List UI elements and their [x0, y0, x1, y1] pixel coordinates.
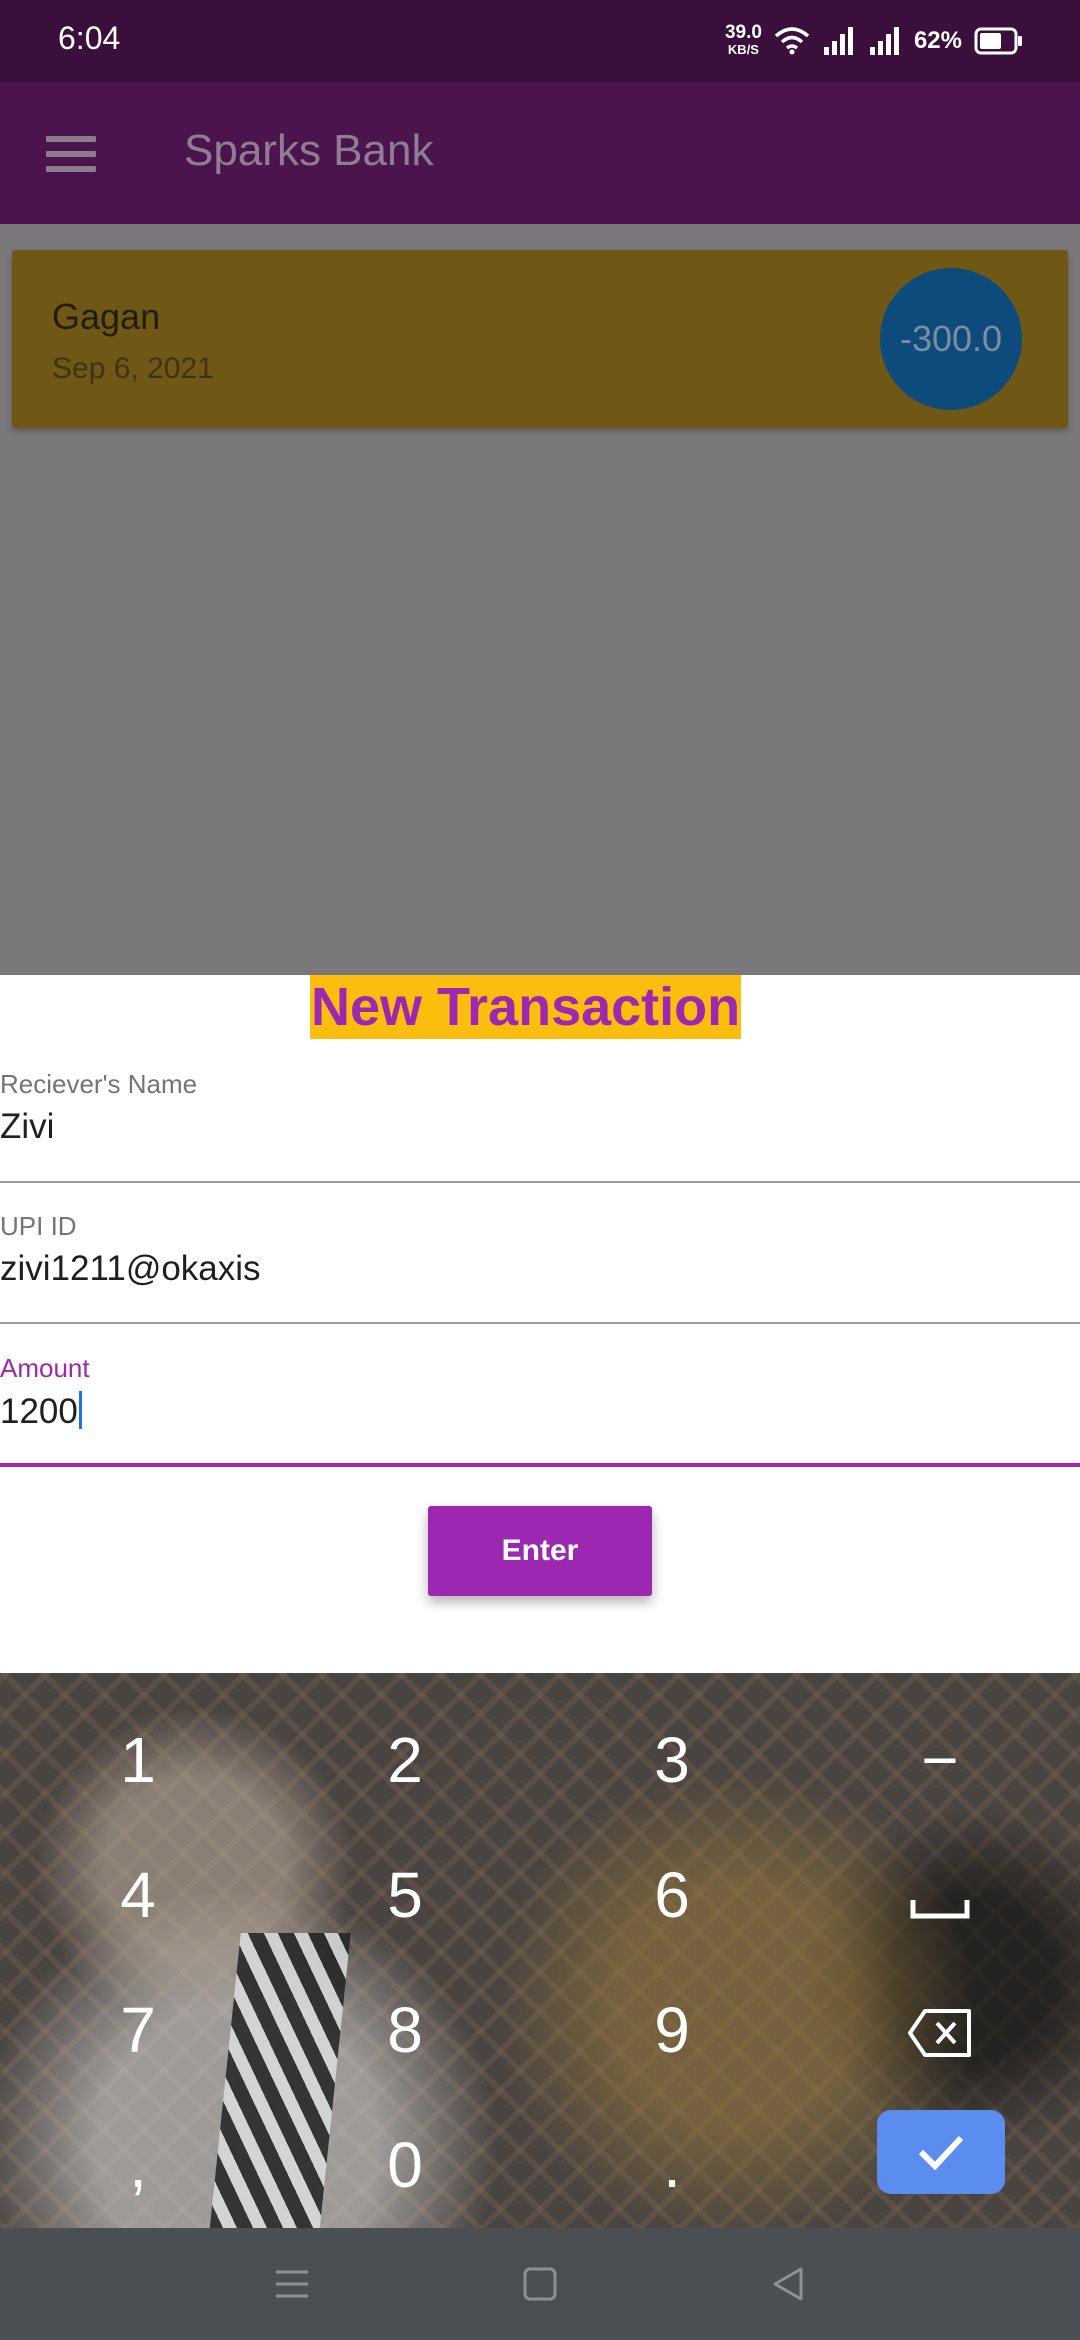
network-speed-unit: KB/S	[727, 42, 759, 57]
upi-id-field[interactable]: zivi1211@okaxis	[0, 1249, 261, 1289]
transaction-amount-badge: -300.0	[880, 268, 1022, 410]
key-minus[interactable]: −	[870, 1723, 1010, 1797]
checkmark-icon	[918, 2135, 964, 2171]
hamburger-menu-icon[interactable]	[46, 136, 96, 172]
signal-icon	[823, 27, 853, 55]
upi-id-label: UPI ID	[0, 1211, 77, 1241]
confirm-key[interactable]	[877, 2110, 1005, 2194]
wifi-icon	[774, 27, 810, 55]
key-period[interactable]: .	[602, 2128, 742, 2202]
transaction-date: Sep 6, 2021	[52, 352, 214, 385]
signal-icon-2	[869, 27, 899, 55]
battery-percent: 62%	[913, 27, 962, 54]
status-time: 6:04	[58, 20, 121, 56]
key-3[interactable]: 3	[602, 1723, 742, 1797]
key-0[interactable]: 0	[335, 2128, 475, 2202]
network-speed-value: 39.0	[724, 22, 762, 43]
keyboard-background-image	[209, 1933, 351, 2228]
text-cursor	[78, 1391, 82, 1429]
amount-field[interactable]: 1200	[0, 1391, 82, 1432]
new-transaction-sheet: New Transaction Reciever's Name Zivi UPI…	[0, 975, 1080, 1673]
enter-button[interactable]: Enter	[428, 1506, 652, 1596]
numeric-keyboard: 1 2 3 − 4 5 6 7 8 9 , 0 .	[0, 1673, 1080, 2228]
receiver-name-label: Reciever's Name	[0, 1069, 198, 1099]
key-6[interactable]: 6	[602, 1858, 742, 1932]
app-title: Sparks Bank	[184, 126, 434, 175]
network-speed: 39.0 KB/S	[724, 22, 762, 58]
app-bar: Sparks Bank	[0, 82, 1080, 224]
key-5[interactable]: 5	[335, 1858, 475, 1932]
status-icons: 39.0 KB/S 62%	[725, 18, 1024, 64]
sheet-title: New Transaction	[310, 975, 742, 1039]
amount-label: Amount	[0, 1353, 90, 1383]
receiver-name-field[interactable]: Zivi	[0, 1107, 54, 1147]
transaction-card[interactable]: Gagan Sep 6, 2021 -300.0	[12, 250, 1068, 428]
back-triangle-icon[interactable]	[762, 2258, 814, 2310]
upi-id-underline	[0, 1322, 1080, 1324]
transaction-name: Gagan	[52, 296, 161, 337]
key-9[interactable]: 9	[602, 1993, 742, 2067]
key-8[interactable]: 8	[335, 1993, 475, 2067]
battery-icon	[974, 27, 1022, 55]
recents-menu-icon[interactable]	[266, 2258, 318, 2310]
amount-underline	[0, 1463, 1080, 1467]
backspace-icon[interactable]	[880, 1993, 1000, 2073]
receiver-name-underline	[0, 1181, 1080, 1183]
key-7[interactable]: 7	[68, 1993, 208, 2067]
system-nav-bar	[0, 2228, 1080, 2340]
space-bar-icon[interactable]	[880, 1868, 1000, 1948]
status-bar: 6:04 39.0 KB/S 62%	[0, 0, 1080, 82]
key-comma[interactable]: ,	[68, 2128, 208, 2202]
home-square-icon[interactable]	[514, 2258, 566, 2310]
key-4[interactable]: 4	[68, 1858, 208, 1932]
key-1[interactable]: 1	[68, 1723, 208, 1797]
key-2[interactable]: 2	[335, 1723, 475, 1797]
amount-value: 1200	[0, 1392, 78, 1431]
